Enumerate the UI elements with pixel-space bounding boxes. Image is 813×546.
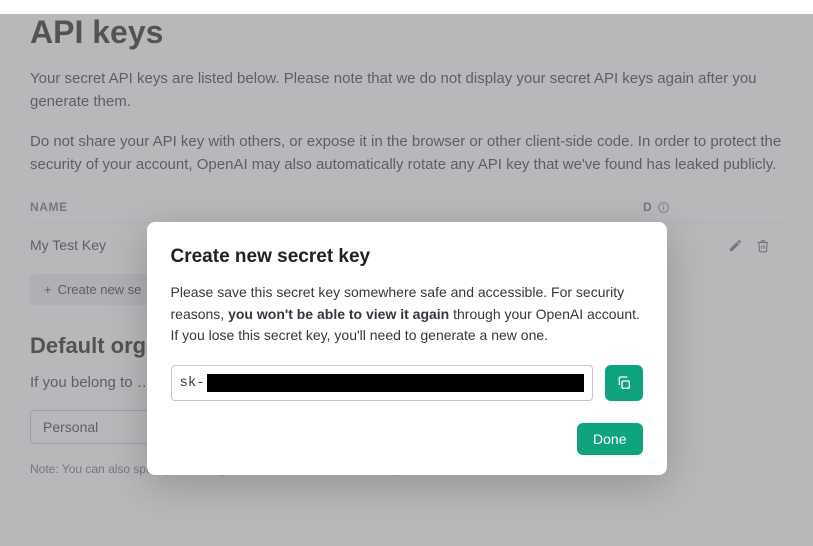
copy-icon — [616, 375, 632, 391]
secret-key-masked — [207, 374, 584, 392]
modal-description: Please save this secret key somewhere sa… — [171, 282, 643, 347]
modal-title: Create new secret key — [171, 246, 643, 268]
secret-key-field[interactable]: sk- — [171, 365, 593, 401]
secret-key-prefix: sk- — [180, 375, 205, 391]
copy-button[interactable] — [605, 365, 643, 401]
done-button[interactable]: Done — [577, 423, 642, 455]
modal-overlay[interactable]: Create new secret key Please save this s… — [0, 14, 813, 546]
create-secret-key-modal: Create new secret key Please save this s… — [147, 222, 667, 475]
